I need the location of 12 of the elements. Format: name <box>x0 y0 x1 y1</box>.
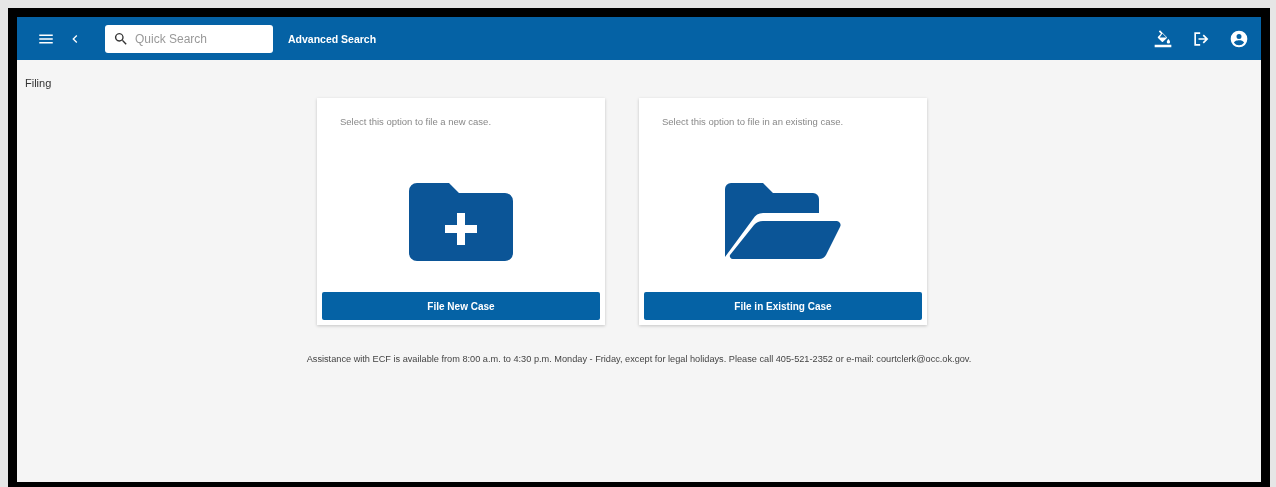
card-description: Select this option to file a new case. <box>340 116 493 127</box>
card-description: Select this option to file in an existing case. <box>662 116 845 127</box>
page-title: Filing <box>25 77 53 89</box>
file-button[interactable]: File New Case <box>322 292 600 320</box>
assistance-note: Assistance with ECF is available from 8:00 a.m. to 4:30 p.m. Monday - Friday, except for legal holidays. Please call 405-521-2352 or e-mail: courtclerk@occ.ok.gov. <box>305 354 973 364</box>
paint-bucket-icon[interactable] <box>1153 28 1173 49</box>
open-folder-icon <box>725 182 841 261</box>
account-icon[interactable] <box>1229 28 1249 49</box>
file-button[interactable]: File in Existing Case <box>644 292 922 320</box>
folder-plus-icon <box>409 182 513 261</box>
advanced-search-link[interactable]: Advanced Search <box>288 32 377 45</box>
search-field[interactable]: Quick Search <box>105 24 273 53</box>
